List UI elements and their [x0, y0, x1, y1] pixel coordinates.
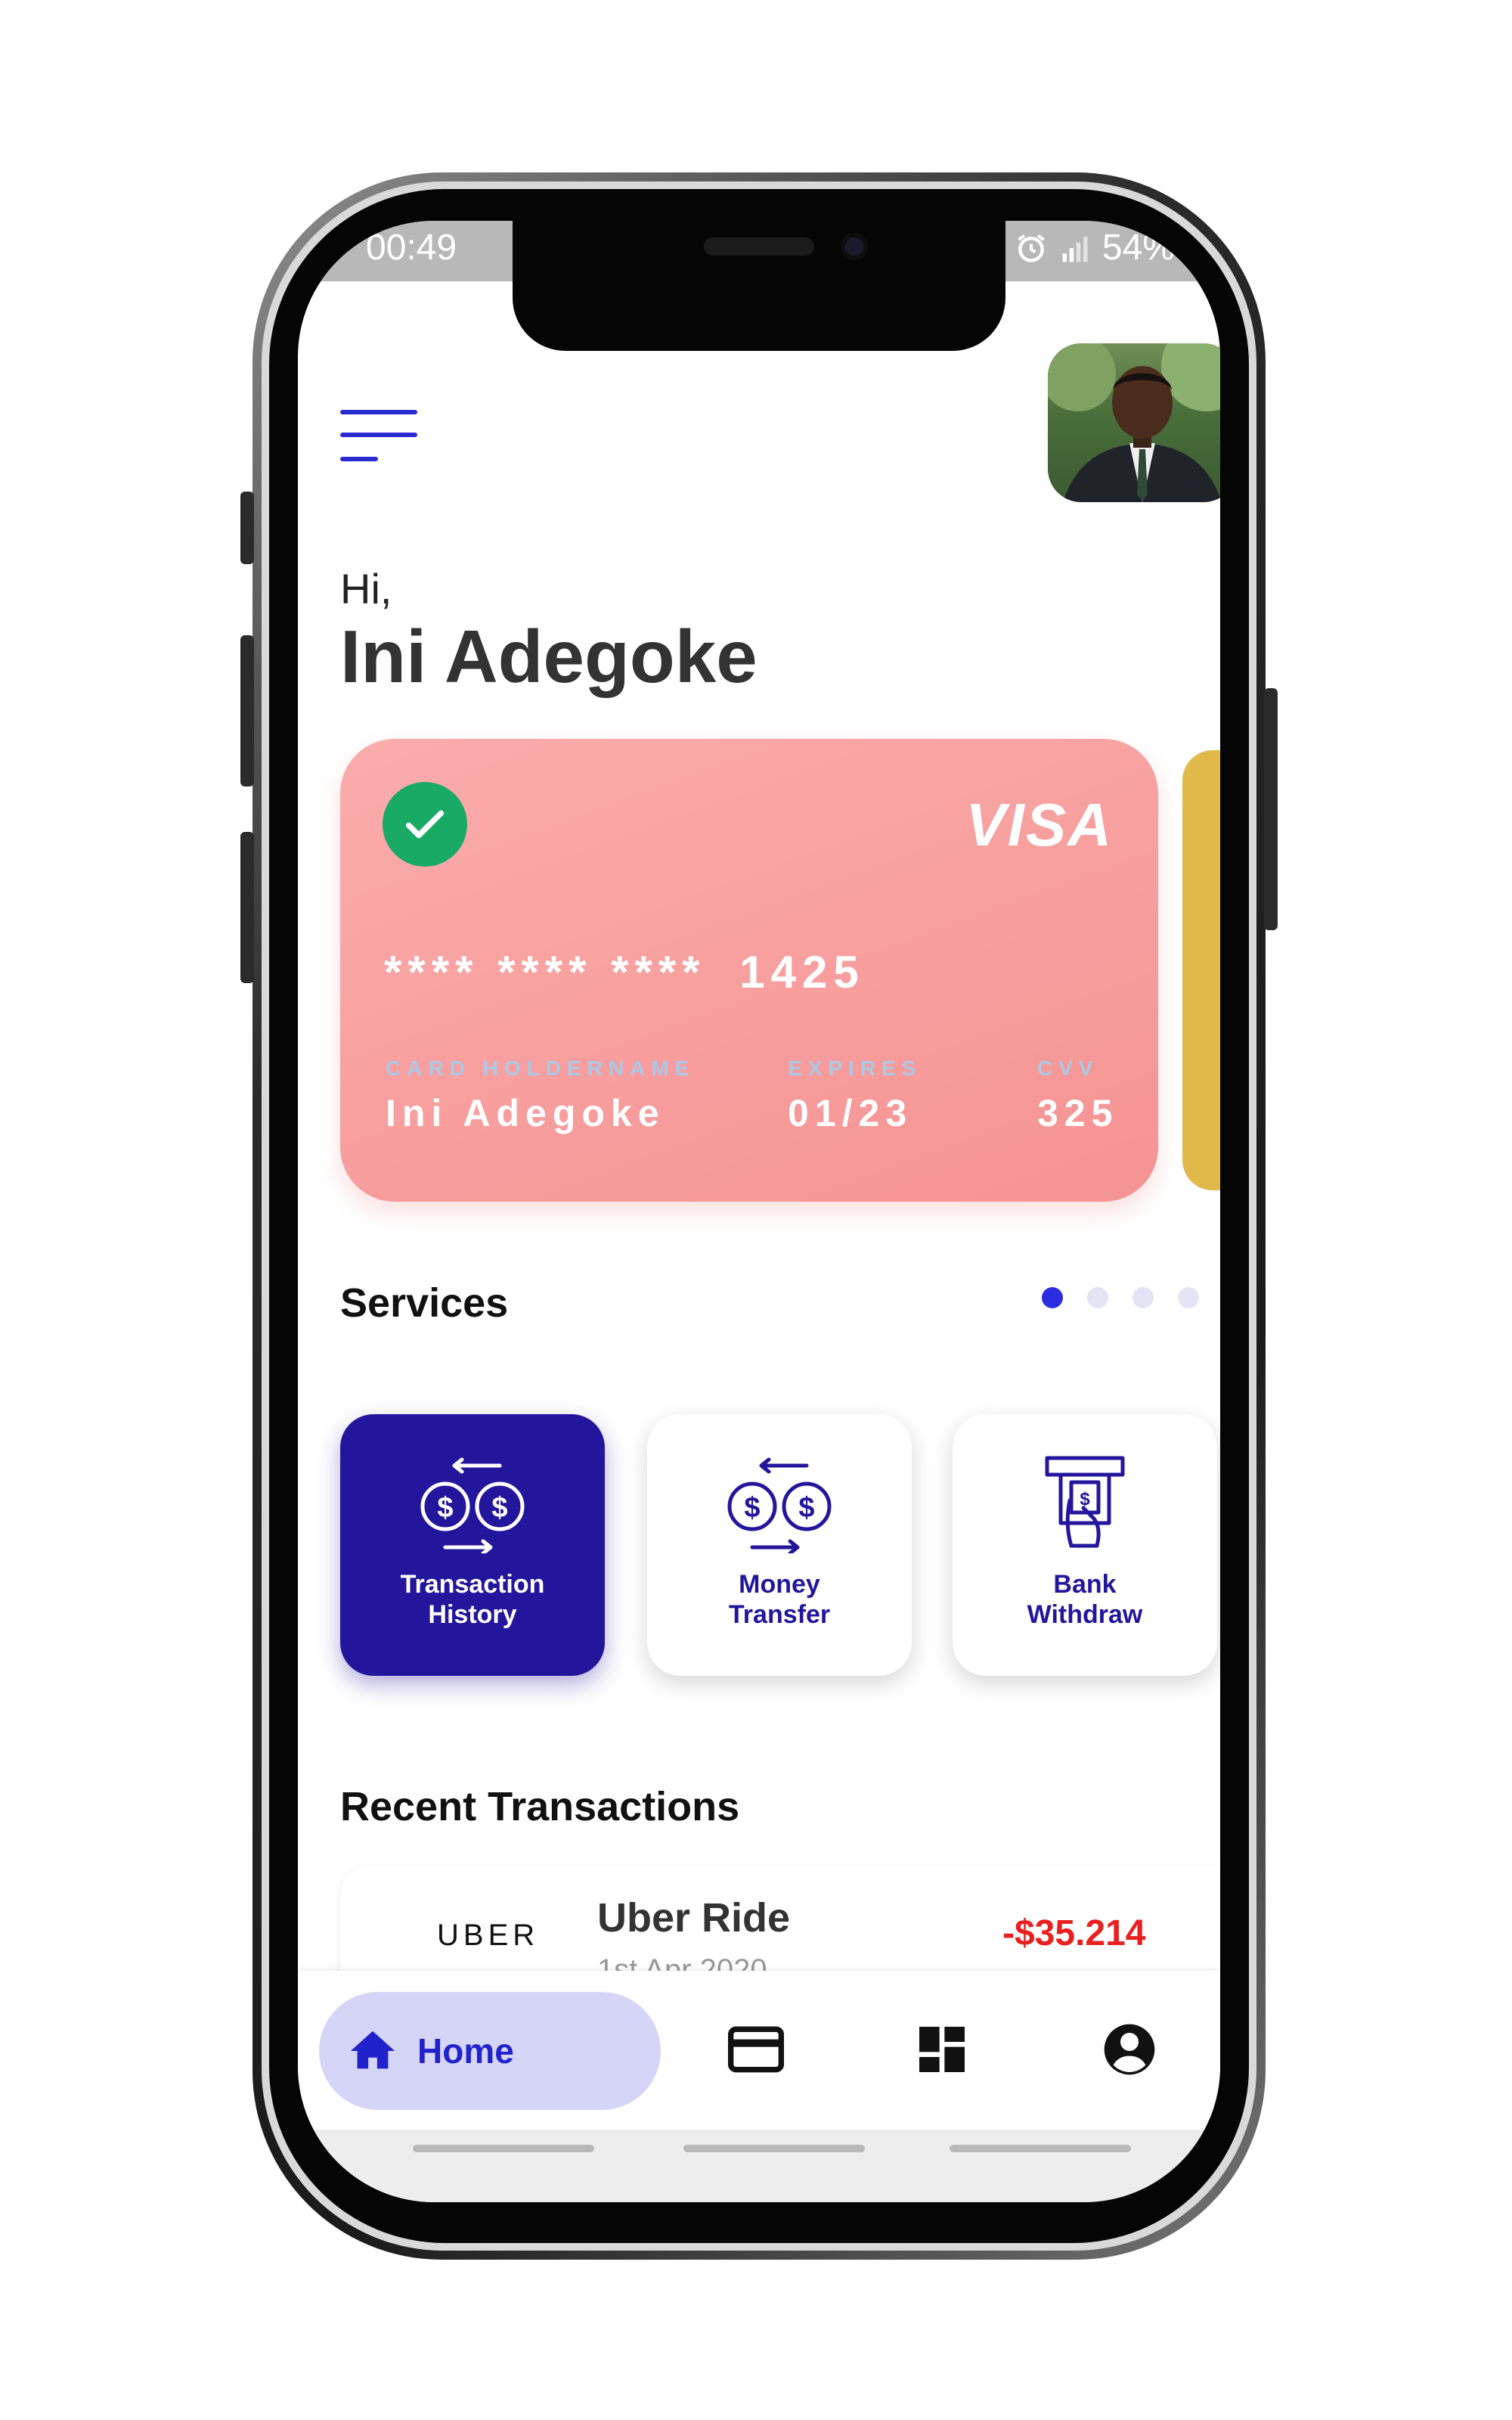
svg-text:$: $	[798, 1492, 814, 1524]
account-icon[interactable]	[1099, 2019, 1160, 2080]
card-number-last-digits: 1425	[739, 947, 865, 997]
service-transaction-history[interactable]: $ $ Transaction History	[340, 1414, 605, 1676]
battery-percentage: 54%	[1101, 228, 1175, 268]
home-icon	[350, 2031, 395, 2069]
card-number: **** **** **** 1425	[384, 946, 865, 998]
pager-dot[interactable]	[1087, 1287, 1108, 1308]
card-cvv-value: 325	[1037, 1092, 1119, 1134]
money-transfer-icon: $ $	[727, 1457, 832, 1553]
greeting-text: Hi,	[340, 565, 392, 613]
gesture-handle[interactable]	[950, 2145, 1131, 2152]
user-name: Ini Adegoke	[340, 615, 758, 698]
recent-transactions-title: Recent Transactions	[340, 1784, 740, 1829]
svg-text:$: $	[491, 1492, 507, 1524]
service-bank-withdraw[interactable]: $ Bank Withdraw	[953, 1414, 1217, 1676]
card-number-masked: **** **** ****	[384, 947, 706, 997]
svg-text:$: $	[1080, 1489, 1090, 1509]
volume-down-button	[240, 832, 254, 983]
mute-switch	[240, 492, 254, 564]
menu-button[interactable]	[340, 395, 423, 463]
next-card-peek[interactable]	[1182, 750, 1220, 1190]
menu-icon-line	[340, 433, 417, 437]
payment-card[interactable]: VISA **** **** **** 1425 CARD HOLDERNAME…	[340, 739, 1158, 1202]
card-icon[interactable]	[726, 2019, 786, 2080]
nav-home[interactable]: Home	[319, 1992, 661, 2110]
volume-up-button	[240, 635, 254, 786]
dashboard-icon[interactable]	[912, 2019, 972, 2080]
front-camera	[841, 233, 868, 260]
card-brand-logo: VISA	[965, 791, 1113, 858]
bank-withdraw-icon: $	[1045, 1456, 1125, 1548]
card-selected-check	[383, 782, 467, 867]
system-gesture-bar	[298, 2130, 1220, 2202]
nav-home-label: Home	[417, 2031, 514, 2071]
gesture-handle[interactable]	[413, 2145, 594, 2152]
pager-dot[interactable]	[1178, 1287, 1199, 1308]
merchant-logo: UBER	[437, 1919, 540, 1952]
profile-photo	[1048, 343, 1220, 502]
menu-icon-line	[340, 457, 378, 461]
card-holder-value: Ini Adegoke	[386, 1092, 665, 1134]
transaction-title: Uber Ride	[597, 1895, 791, 1941]
power-button	[1264, 688, 1278, 930]
card-expires-label: EXPIRES	[788, 1056, 922, 1080]
gesture-handle[interactable]	[683, 2145, 865, 2152]
service-money-transfer[interactable]: $ $ Money Transfer	[647, 1414, 912, 1676]
transaction-amount: -$35.214	[1002, 1913, 1146, 1953]
pager-dot[interactable]	[1042, 1287, 1063, 1308]
menu-icon	[340, 410, 417, 414]
earpiece-speaker	[704, 237, 814, 256]
alarm-icon	[1018, 234, 1045, 262]
status-time: 00:49	[366, 228, 457, 268]
notch	[513, 221, 1005, 351]
svg-text:$: $	[437, 1492, 453, 1524]
bottom-navigation: Home	[298, 1971, 1220, 2130]
check-icon	[405, 810, 445, 839]
transaction-history-icon: $ $	[420, 1457, 525, 1553]
card-expires-value: 01/23	[788, 1092, 913, 1134]
services-pager	[1042, 1287, 1199, 1308]
service-label: Money Transfer	[728, 1570, 831, 1629]
status-icons: 54%	[1015, 227, 1175, 268]
phone-screen: 00:49 54% Hi, Ini Adegoke VISA **** ****…	[298, 221, 1220, 2202]
services-title: Services	[340, 1280, 509, 1326]
svg-text:$: $	[744, 1492, 760, 1524]
card-cvv-label: CVV	[1037, 1056, 1099, 1080]
card-holder-label: CARD HOLDERNAME	[386, 1056, 696, 1080]
service-label: Bank Withdraw	[1027, 1570, 1143, 1629]
signal-icon	[1062, 236, 1088, 262]
pager-dot[interactable]	[1132, 1287, 1154, 1308]
avatar[interactable]	[1048, 343, 1220, 502]
service-label: Transaction History	[400, 1570, 545, 1629]
